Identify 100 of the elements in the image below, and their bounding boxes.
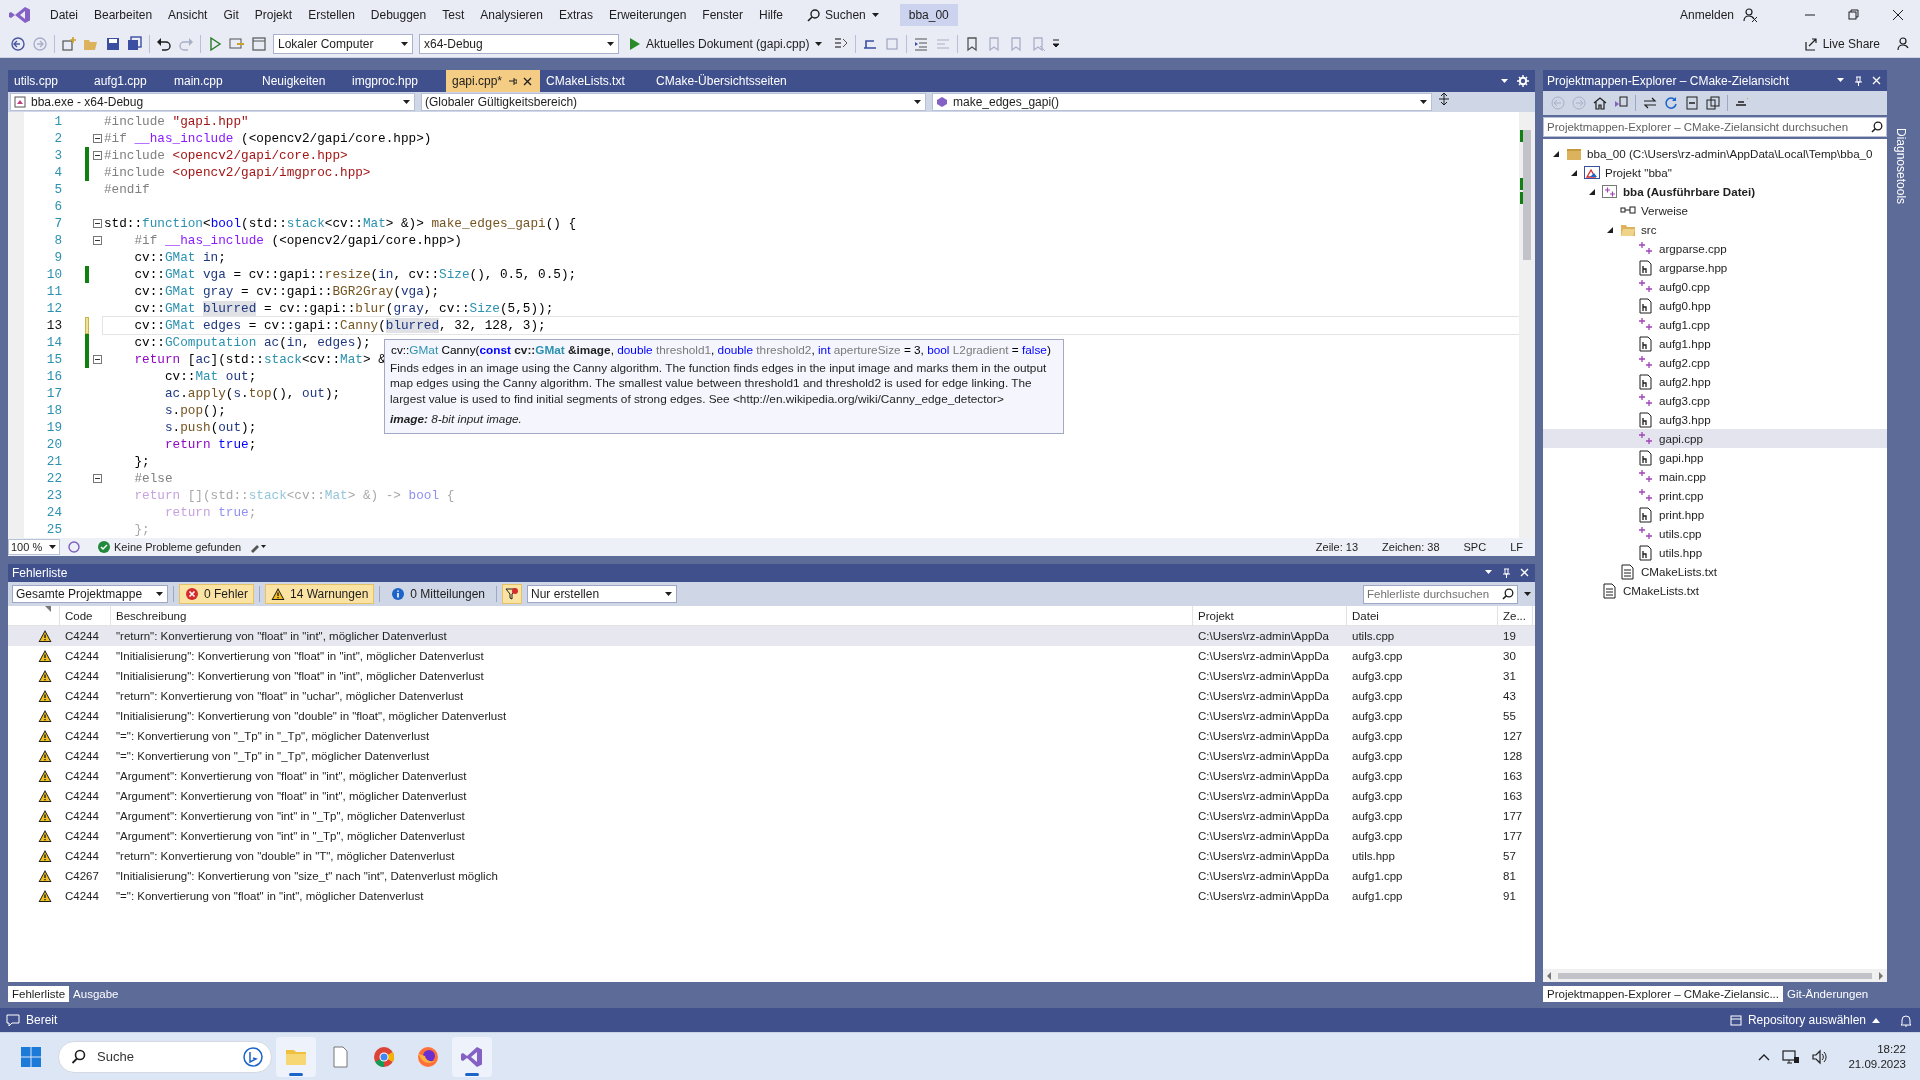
error-row[interactable]: C4244 "=": Konvertierung von "_Tp" in "_Tp", möglicher Datenverlust C:\Users\rz-admin\AppDa aufg3.cpp 127: [8, 726, 1535, 746]
filter-button[interactable]: [502, 584, 523, 604]
tree-item[interactable]: CMakeLists.txt: [1543, 581, 1887, 600]
dropdown-icon[interactable]: [1484, 568, 1493, 576]
expanded-arrow-icon[interactable]: [1588, 187, 1596, 196]
build-filter-dropdown[interactable]: Nur erstellen: [527, 585, 678, 603]
menu-item[interactable]: Analysieren: [472, 4, 551, 26]
chevron-up-icon[interactable]: [1758, 1052, 1771, 1061]
home-icon[interactable]: [1593, 96, 1607, 110]
clock[interactable]: 18:22 21.09.2023: [1848, 1041, 1906, 1072]
tree-item[interactable]: aufg0.cpp: [1543, 277, 1887, 296]
tree-item[interactable]: aufg0.hpp: [1543, 296, 1887, 315]
restore-button[interactable]: [1848, 9, 1860, 21]
editor-tab[interactable]: Neuigkeiten: [256, 70, 346, 92]
search-field[interactable]: Projektmappen-Explorer – CMake-Zielansicht durchsuchen: [1543, 117, 1887, 137]
start-without-debugging-icon[interactable]: [207, 35, 223, 52]
search-options-icon[interactable]: [1523, 590, 1531, 598]
live-share-button[interactable]: Live Share: [1803, 36, 1880, 51]
editor-tab[interactable]: gapi.cpp*: [446, 70, 541, 92]
show-all-icon[interactable]: [1706, 96, 1720, 110]
taskbar-search-box[interactable]: Suche: [58, 1040, 272, 1073]
tree-item[interactable]: CMakeLists.txt: [1543, 562, 1887, 581]
editor-tab[interactable]: CMakeLists.txt: [540, 70, 651, 92]
collapse-icon[interactable]: [92, 134, 102, 143]
tree-item[interactable]: Projekt "bba": [1543, 163, 1887, 182]
menu-item[interactable]: Hilfe: [751, 4, 792, 26]
error-row[interactable]: C4244 "Initialisierung": Konvertierung von "double" in "float", möglicher Datenverlust C:\Users\rz-admin\AppDa aufg3.cpp 55: [8, 706, 1535, 726]
tree-item[interactable]: print.hpp: [1543, 505, 1887, 524]
menu-item[interactable]: Erstellen: [300, 4, 363, 26]
close-button[interactable]: [1892, 9, 1904, 21]
search-button[interactable]: Suchen: [801, 4, 886, 26]
tab-list-icon[interactable]: [1500, 77, 1509, 85]
tree-item[interactable]: aufg2.hpp: [1543, 372, 1887, 391]
scope-dropdown[interactable]: Gesamte Projektmappe: [12, 585, 168, 603]
save-all-icon[interactable]: [127, 35, 143, 52]
column-header[interactable]: Datei: [1347, 605, 1498, 626]
switch-views-icon[interactable]: [1614, 96, 1628, 110]
editor-tab[interactable]: CMake-Übersichtsseiten: [650, 70, 795, 92]
error-row[interactable]: C4267 "Initialisierung": Konvertierung von "size_t" nach "int", Datenverlust möglich C:\Users\rz-admin\AppDa aufg1.cpp 81: [8, 866, 1535, 886]
menu-item[interactable]: Debuggen: [362, 4, 435, 26]
back-icon[interactable]: [10, 35, 26, 52]
overflow-icon[interactable]: [1052, 38, 1061, 49]
tree-item[interactable]: aufg3.hpp: [1543, 410, 1887, 429]
tree-item[interactable]: utils.hpp: [1543, 543, 1887, 562]
collapse-icon[interactable]: [92, 219, 102, 228]
sort-icon[interactable]: [45, 605, 51, 612]
collapse-icon[interactable]: [92, 474, 102, 483]
run-button[interactable]: Aktuelles Dokument (gapi.cpp): [625, 34, 828, 53]
tree-item[interactable]: argparse.cpp: [1543, 239, 1887, 258]
firefox-icon[interactable]: [416, 1044, 440, 1069]
panel-tab[interactable]: Projektmappen-Explorer – CMake-Zielansic...: [1543, 986, 1783, 1002]
tree-item[interactable]: utils.cpp: [1543, 524, 1887, 543]
menu-item[interactable]: Datei: [42, 4, 86, 26]
error-row[interactable]: C4244 "Argument": Konvertierung von "int" in "_Tp", möglicher Datenverlust C:\Users\rz-admin\AppDa aufg3.cpp 177: [8, 806, 1535, 826]
configuration-dropdown[interactable]: x64-Debug: [419, 33, 619, 54]
tree-item[interactable]: main.cpp: [1543, 467, 1887, 486]
collapse-icon[interactable]: [92, 355, 102, 364]
menu-item[interactable]: Bearbeiten: [86, 4, 161, 26]
scrollbar[interactable]: [1543, 968, 1887, 982]
line-indicator[interactable]: Zeile: 13: [1315, 541, 1359, 553]
column-header[interactable]: Ze...: [1498, 605, 1533, 626]
collapse-all-icon[interactable]: [1685, 96, 1699, 110]
taskbar-search-field[interactable]: Suche: [95, 1048, 235, 1065]
menu-item[interactable]: Test: [434, 4, 473, 26]
search-field[interactable]: Fehlerliste durchsuchen: [1363, 584, 1518, 604]
zoom-dropdown[interactable]: 100 %: [8, 539, 60, 555]
line-ending-indicator[interactable]: LF: [1510, 541, 1523, 553]
tree-item[interactable]: Verweise: [1543, 201, 1887, 220]
editor-tab[interactable]: main.cpp: [168, 70, 256, 92]
tree-item[interactable]: aufg1.cpp: [1543, 315, 1887, 334]
refresh-icon[interactable]: [1664, 96, 1678, 110]
error-row[interactable]: C4244 "=": Konvertierung von "_Tp" in "_Tp", möglicher Datenverlust C:\Users\rz-admin\AppDa aufg3.cpp 128: [8, 746, 1535, 766]
save-icon[interactable]: [105, 35, 121, 52]
tree-item[interactable]: bba_00 (C:\Users\rz-admin\AppData\Local\Temp\bba_0: [1543, 144, 1887, 163]
issues-indicator[interactable]: Keine Probleme gefunden: [98, 541, 242, 553]
window-icon[interactable]: [251, 35, 267, 52]
notification-icon[interactable]: [1900, 1013, 1912, 1027]
error-row[interactable]: C4244 "Argument": Konvertierung von "float" in "int", möglicher Datenverlust C:\Users\rz-admin\AppDa aufg3.cpp 163: [8, 766, 1535, 786]
menu-item[interactable]: Ansicht: [160, 4, 216, 26]
message-icon[interactable]: [6, 1013, 20, 1027]
expanded-arrow-icon[interactable]: [1570, 168, 1578, 177]
editor-tab[interactable]: utils.cpp: [8, 70, 88, 92]
menu-item[interactable]: Git: [215, 4, 247, 26]
filter-toggle[interactable]: 0 Fehler: [179, 584, 255, 604]
editor-tab[interactable]: imgproc.hpp: [346, 70, 446, 92]
column-header[interactable]: Code: [60, 605, 111, 626]
tree-item[interactable]: gapi.cpp: [1543, 429, 1887, 448]
account-icon[interactable]: [1742, 7, 1758, 23]
chrome-icon[interactable]: [372, 1044, 396, 1069]
visual-studio-icon[interactable]: [460, 1044, 484, 1069]
scope-dropdown[interactable]: (Globaler Gültigkeitsbereich): [421, 93, 926, 111]
error-row[interactable]: C4244 "return": Konvertierung von "float" in "uchar", möglicher Datenverlust C:\Users\rz-admin\AppDa aufg3.cpp 43: [8, 686, 1535, 706]
editor-tab[interactable]: aufg1.cpp: [88, 70, 168, 92]
tree-item[interactable]: src: [1543, 220, 1887, 239]
tree-item[interactable]: argparse.hpp: [1543, 258, 1887, 277]
menu-item[interactable]: Projekt: [246, 4, 301, 26]
windows-start-icon[interactable]: [20, 1045, 42, 1068]
speaker-icon[interactable]: [1812, 1048, 1829, 1065]
side-tab[interactable]: Diagnosetools: [1894, 128, 1908, 205]
error-row[interactable]: C4244 "return": Konvertierung von "double" in "T", möglicher Datenverlust C:\Users\rz-admin\AppDa utils.hpp 57: [8, 846, 1535, 866]
